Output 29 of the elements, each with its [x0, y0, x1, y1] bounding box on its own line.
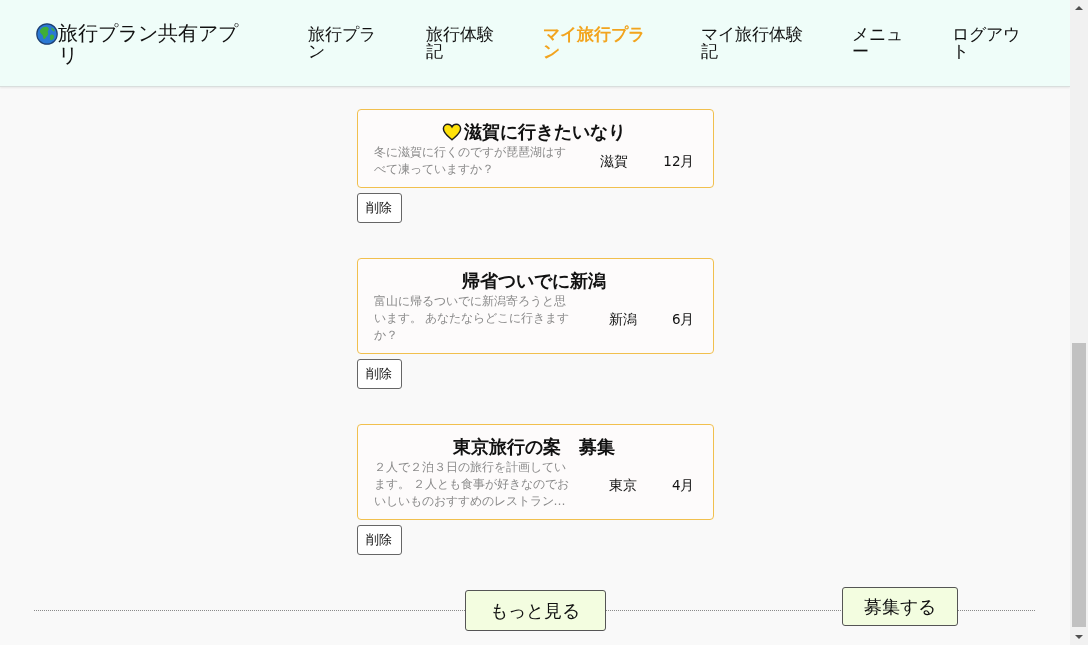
nav-link[interactable]: メニュー	[852, 26, 906, 60]
plan-place: 滋賀	[600, 152, 629, 170]
plan-month: 4月	[671, 475, 695, 494]
nav-link[interactable]: 旅行体験記	[426, 26, 497, 60]
nav-link[interactable]: マイ旅行体験記	[701, 26, 806, 60]
plan-title: 帰省ついでに新潟	[462, 269, 606, 293]
app-title: 旅行プラン共有アプリ	[58, 22, 240, 66]
show-more-button[interactable]: もっと見る	[464, 590, 606, 631]
plan-description: 冬に滋賀に行くのですが琵琶湖はすべて凍っていますか？	[373, 144, 567, 178]
scrollbar[interactable]	[1070, 0, 1088, 645]
globe-icon	[36, 23, 58, 45]
plan-card[interactable]: 東京旅行の案 募集 ２人で２泊３日の旅行を計画しています。 ２人とも食事が好きなのでおいしいものおすすめのレストラン… 東京 4月	[356, 424, 714, 520]
plan-description: ２人で２泊３日の旅行を計画しています。 ２人とも食事が好きなのでおいしいものおすすめのレストラン…	[373, 459, 571, 510]
plan-card[interactable]: 滋賀に行きたいなり 冬に滋賀に行くのですが琵琶湖はすべて凍っていますか？ 滋賀 12月	[356, 109, 714, 188]
plan-month: 12月	[663, 152, 695, 170]
nav-link[interactable]: 旅行プラン	[308, 26, 380, 60]
plan-title: 東京旅行の案 募集	[453, 435, 615, 459]
delete-button[interactable]: 削除	[356, 525, 402, 555]
recruit-button[interactable]: 募集する	[842, 587, 958, 626]
delete-button[interactable]: 削除	[356, 193, 402, 223]
plan-description: 富山に帰るついでに新潟寄ろうと思います。 あなたならどこに行きますか？	[373, 293, 571, 344]
plan-card[interactable]: 帰省ついでに新潟 富山に帰るついでに新潟寄ろうと思います。 あなたならどこに行きますか？ 新潟 6月	[356, 258, 714, 354]
scrollbar-thumb[interactable]	[1072, 343, 1086, 627]
plan-month: 6月	[671, 309, 695, 328]
plan-place: 東京	[608, 475, 637, 494]
nav-link[interactable]: ログアウト	[952, 26, 1020, 60]
delete-button[interactable]: 削除	[356, 359, 402, 389]
plan-title: 滋賀に行きたいなり	[464, 120, 626, 144]
plan-place: 新潟	[608, 309, 637, 328]
